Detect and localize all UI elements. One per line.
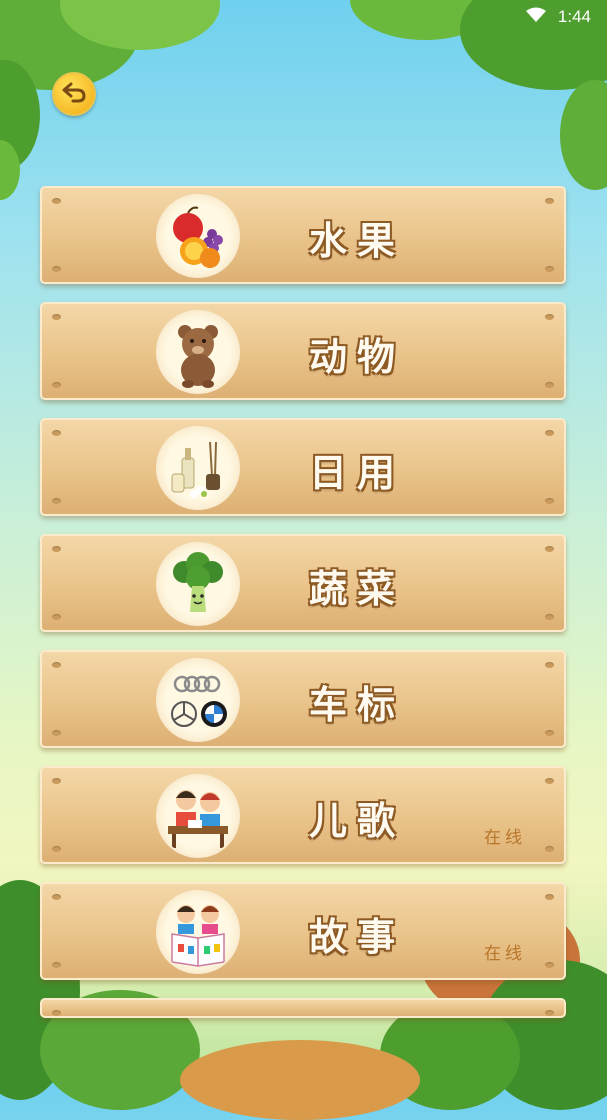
category-item-vegetable[interactable]: 蔬菜 [40,534,566,632]
category-label: 水果 [308,218,405,263]
wifi-icon [525,7,546,27]
bear-icon [156,310,240,394]
broccoli-icon [156,542,240,626]
category-label: 故事 [308,914,405,959]
category-label: 儿歌 [308,798,405,843]
category-item-fruit[interactable]: 水果 [40,186,566,284]
category-item-children-song[interactable]: 儿歌 在线 [40,766,566,864]
category-item-daily[interactable]: 日用 [40,418,566,516]
back-arrow-icon [61,81,87,107]
category-label: 日用 [308,450,405,495]
car-logo-icon [156,658,240,742]
category-label: 车标 [308,682,405,727]
status-bar: 1:44 [0,0,607,34]
category-item-partial[interactable] [40,998,566,1018]
category-item-car-logo[interactable]: 车标 [40,650,566,748]
story-icon [156,890,240,974]
online-badge: 在线 [484,828,526,848]
category-item-story[interactable]: 故事 在线 [40,882,566,980]
children-song-icon [156,774,240,858]
category-item-animal[interactable]: 动物 [40,302,566,400]
category-menu: 水果 动物 日用 蔬菜 车标 儿歌 在线 故事 在线 [40,186,566,1036]
daily-items-icon [156,426,240,510]
online-badge: 在线 [484,944,526,964]
category-label: 蔬菜 [308,566,405,611]
fruit-icon [156,194,240,278]
status-time: 1:44 [557,7,591,26]
category-label: 动物 [308,334,405,379]
back-button[interactable] [52,72,96,116]
